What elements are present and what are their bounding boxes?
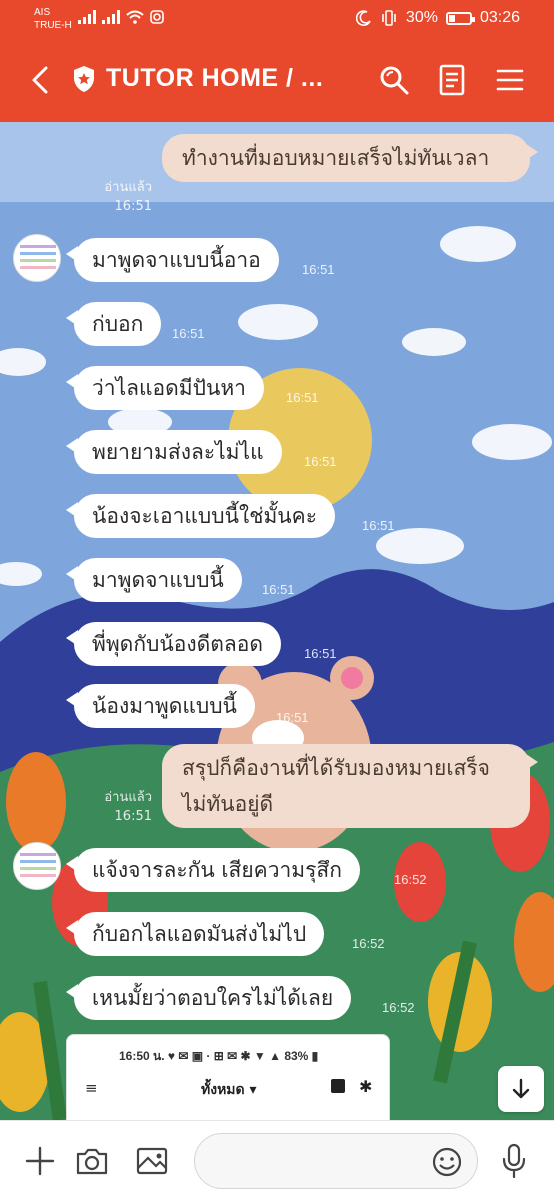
screenshot-status-text: 16:50 น. ♥ ✉ ▣ · ⊞ ✉ ✱ ▼ ▲ 83% ▮ bbox=[119, 1049, 319, 1063]
message-text: ว่าไลแอดมีปันหา bbox=[92, 376, 246, 400]
gallery-button[interactable] bbox=[132, 1141, 172, 1181]
message-input-bar bbox=[0, 1120, 554, 1200]
message-text: มาพูดจาแบบนี้ bbox=[92, 568, 224, 592]
screenshot-tab-label: ทั้งหมด ▾ bbox=[201, 1082, 257, 1098]
signal-icon bbox=[78, 10, 96, 24]
status-bar: AIS TRUE-H 30% 03:26 bbox=[0, 0, 554, 40]
read-receipt: อ่านแล้ว 16:51 bbox=[90, 178, 152, 216]
message-text: มาพูดจาแบบนี้อาอ bbox=[92, 248, 261, 272]
message-bubble[interactable]: น้องมาพูดแบบนี้ bbox=[66, 684, 255, 728]
screenshot-menu-icon: ≡ bbox=[85, 1079, 98, 1097]
search-icon bbox=[380, 66, 409, 95]
microphone-icon bbox=[502, 1143, 526, 1179]
read-label: อ่านแล้ว bbox=[104, 790, 152, 805]
shield-star-icon bbox=[74, 65, 94, 92]
carrier-name-2: TRUE-H bbox=[34, 20, 72, 31]
menu-icon bbox=[496, 69, 524, 91]
voice-button[interactable] bbox=[494, 1141, 534, 1181]
battery-icon bbox=[445, 11, 475, 25]
battery-percent: 30% bbox=[405, 9, 438, 26]
message-bubble[interactable]: มาพูดจาแบบนี้ bbox=[66, 558, 242, 602]
camera-button[interactable] bbox=[72, 1141, 112, 1181]
message-text: ก่บอก bbox=[92, 312, 144, 336]
read-receipt: อ่านแล้ว 16:51 bbox=[90, 788, 152, 826]
avatar[interactable] bbox=[13, 234, 61, 282]
chat-area[interactable]: อ่านแล้ว 16:51 ทำงานที่มอบหมายเสร็จไม่ทั… bbox=[0, 122, 554, 1120]
carrier-label: AIS TRUE-H bbox=[34, 6, 72, 32]
plus-icon bbox=[25, 1146, 55, 1176]
message-bubble[interactable]: ก้บอกไลแอดมันส่งไม่ไป bbox=[65, 912, 325, 956]
message-text: แจ้งจารละกัน เสียความรุสึก bbox=[92, 858, 342, 882]
message-bubble[interactable]: ว่าไลแอดมีปันหา bbox=[66, 366, 264, 410]
message-time: 16:51 bbox=[304, 646, 337, 661]
message-time: 16:51 bbox=[114, 809, 152, 824]
menu-button[interactable] bbox=[490, 60, 530, 100]
status-right: 30% 03:26 bbox=[355, 9, 520, 27]
back-button[interactable] bbox=[24, 60, 60, 100]
image-icon bbox=[136, 1147, 168, 1175]
read-label: อ่านแล้ว bbox=[104, 180, 152, 195]
chat-title[interactable]: TUTOR HOME / ... bbox=[72, 64, 323, 93]
message-time: 16:51 bbox=[276, 710, 309, 725]
message-time: 16:52 bbox=[382, 1000, 415, 1015]
instagram-icon bbox=[150, 10, 164, 24]
message-time: 16:51 bbox=[114, 199, 152, 214]
message-bubble[interactable]: พยายามส่งละไม่ไแ bbox=[66, 430, 282, 474]
message-time: 16:51 bbox=[362, 518, 395, 533]
back-arrow-icon bbox=[32, 66, 48, 94]
message-bubble[interactable]: เหนมั้ยว่าตอบใครไม่ได้เลย bbox=[65, 976, 352, 1020]
arrow-down-icon bbox=[512, 1078, 530, 1099]
chat-title-text: TUTOR HOME / ... bbox=[106, 64, 324, 92]
message-bubble[interactable]: น้องจะเอาแบบนี้ใช่มั้นคะ bbox=[66, 494, 335, 538]
message-input[interactable] bbox=[213, 1148, 413, 1176]
carrier-name: AIS bbox=[34, 7, 51, 18]
screenshot-contact-icon bbox=[331, 1079, 345, 1093]
notes-button[interactable] bbox=[432, 60, 472, 100]
moon-icon bbox=[355, 10, 371, 26]
clock: 03:26 bbox=[479, 9, 520, 26]
wifi-icon bbox=[126, 10, 144, 24]
message-bubble[interactable]: มาพูดจาแบบนี้อาอ bbox=[66, 238, 279, 282]
shared-screenshot[interactable]: 16:50 น. ♥ ✉ ▣ · ⊞ ✉ ✱ ▼ ▲ 83% ▮ ≡ ทั้งห… bbox=[66, 1034, 390, 1120]
message-text: น้องมาพูดแบบนี้ bbox=[92, 694, 237, 718]
message-time: 16:52 bbox=[352, 936, 385, 951]
signal-icon-2 bbox=[102, 10, 120, 24]
message-bubble-outgoing[interactable]: ทำงานที่มอบหมายเสร็จไม่ทันเวลา bbox=[162, 134, 538, 182]
message-time: 16:51 bbox=[302, 262, 335, 277]
message-time: 16:51 bbox=[172, 326, 205, 341]
message-time: 16:52 bbox=[394, 872, 427, 887]
screenshot-gear-icon: ✱ bbox=[359, 1077, 373, 1096]
message-text: น้องจะเอาแบบนี้ใช่มั้นคะ bbox=[92, 504, 317, 528]
scroll-to-bottom-button[interactable] bbox=[498, 1066, 544, 1112]
message-time: 16:51 bbox=[262, 582, 295, 597]
message-bubble[interactable]: แจ้งจารละกัน เสียความรุสึก bbox=[66, 848, 360, 892]
notes-icon bbox=[439, 64, 465, 96]
message-text: เหนมั้ยว่าตอบใครไม่ได้เลย bbox=[92, 986, 334, 1010]
search-button[interactable] bbox=[374, 60, 414, 100]
chat-header: TUTOR HOME / ... bbox=[0, 40, 554, 122]
camera-icon bbox=[76, 1148, 108, 1175]
message-input-field[interactable] bbox=[194, 1133, 478, 1189]
message-text: พยายามส่งละไม่ไแ bbox=[92, 440, 264, 464]
add-button[interactable] bbox=[20, 1141, 60, 1181]
message-time: 16:51 bbox=[304, 454, 337, 469]
message-time: 16:51 bbox=[286, 390, 319, 405]
signal-icons bbox=[78, 10, 164, 24]
message-text: ก้บอกไลแอดมันส่งไม่ไป bbox=[92, 922, 307, 946]
vibrate-icon bbox=[382, 10, 396, 26]
message-bubble[interactable]: ก่บอก bbox=[65, 302, 162, 346]
message-text: ทำงานที่มอบหมายเสร็จไม่ทันเวลา bbox=[182, 146, 490, 170]
message-text: พี่พุดกับน้องดีตลอด bbox=[92, 632, 263, 656]
emoji-icon bbox=[432, 1147, 462, 1177]
message-text: สรุปก็คืองานที่ได้รับมองหมายเสร็จไม่ทันอ… bbox=[182, 756, 490, 816]
avatar[interactable] bbox=[13, 842, 61, 890]
message-bubble-outgoing[interactable]: สรุปก็คืองานที่ได้รับมองหมายเสร็จไม่ทันอ… bbox=[162, 744, 538, 828]
message-bubble[interactable]: พี่พุดกับน้องดีตลอด bbox=[66, 622, 281, 666]
emoji-button[interactable] bbox=[427, 1142, 467, 1182]
